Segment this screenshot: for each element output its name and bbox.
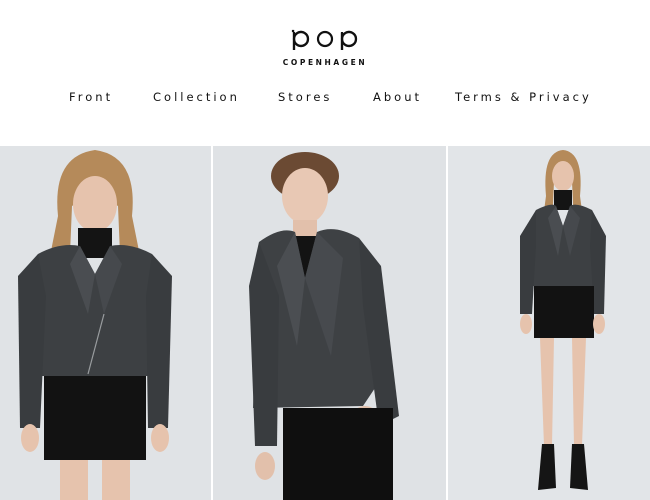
pop-logo-icon <box>291 29 358 50</box>
nav-item-collection[interactable]: Collection <box>153 90 240 104</box>
nav-item-about[interactable]: About <box>373 90 422 104</box>
gallery-image-woman-full[interactable] <box>448 146 650 500</box>
brand-subtitle: COPENHAGEN <box>282 58 368 67</box>
site-header: COPENHAGEN Front Collection Stores About… <box>0 0 650 146</box>
gallery-image-man[interactable] <box>213 146 446 500</box>
man-jacket-photo <box>213 146 446 500</box>
nav-item-front[interactable]: Front <box>69 90 113 104</box>
woman-jacket-photo <box>0 146 211 500</box>
woman-fulllength-photo <box>448 146 650 500</box>
nav-item-terms-privacy[interactable]: Terms & Privacy <box>455 90 592 104</box>
gallery-image-woman-closeup[interactable] <box>0 146 211 500</box>
product-gallery <box>0 146 650 500</box>
nav-item-stores[interactable]: Stores <box>278 90 332 104</box>
brand-logo[interactable]: COPENHAGEN <box>0 24 650 67</box>
main-nav: Front Collection Stores About Terms & Pr… <box>0 90 650 106</box>
